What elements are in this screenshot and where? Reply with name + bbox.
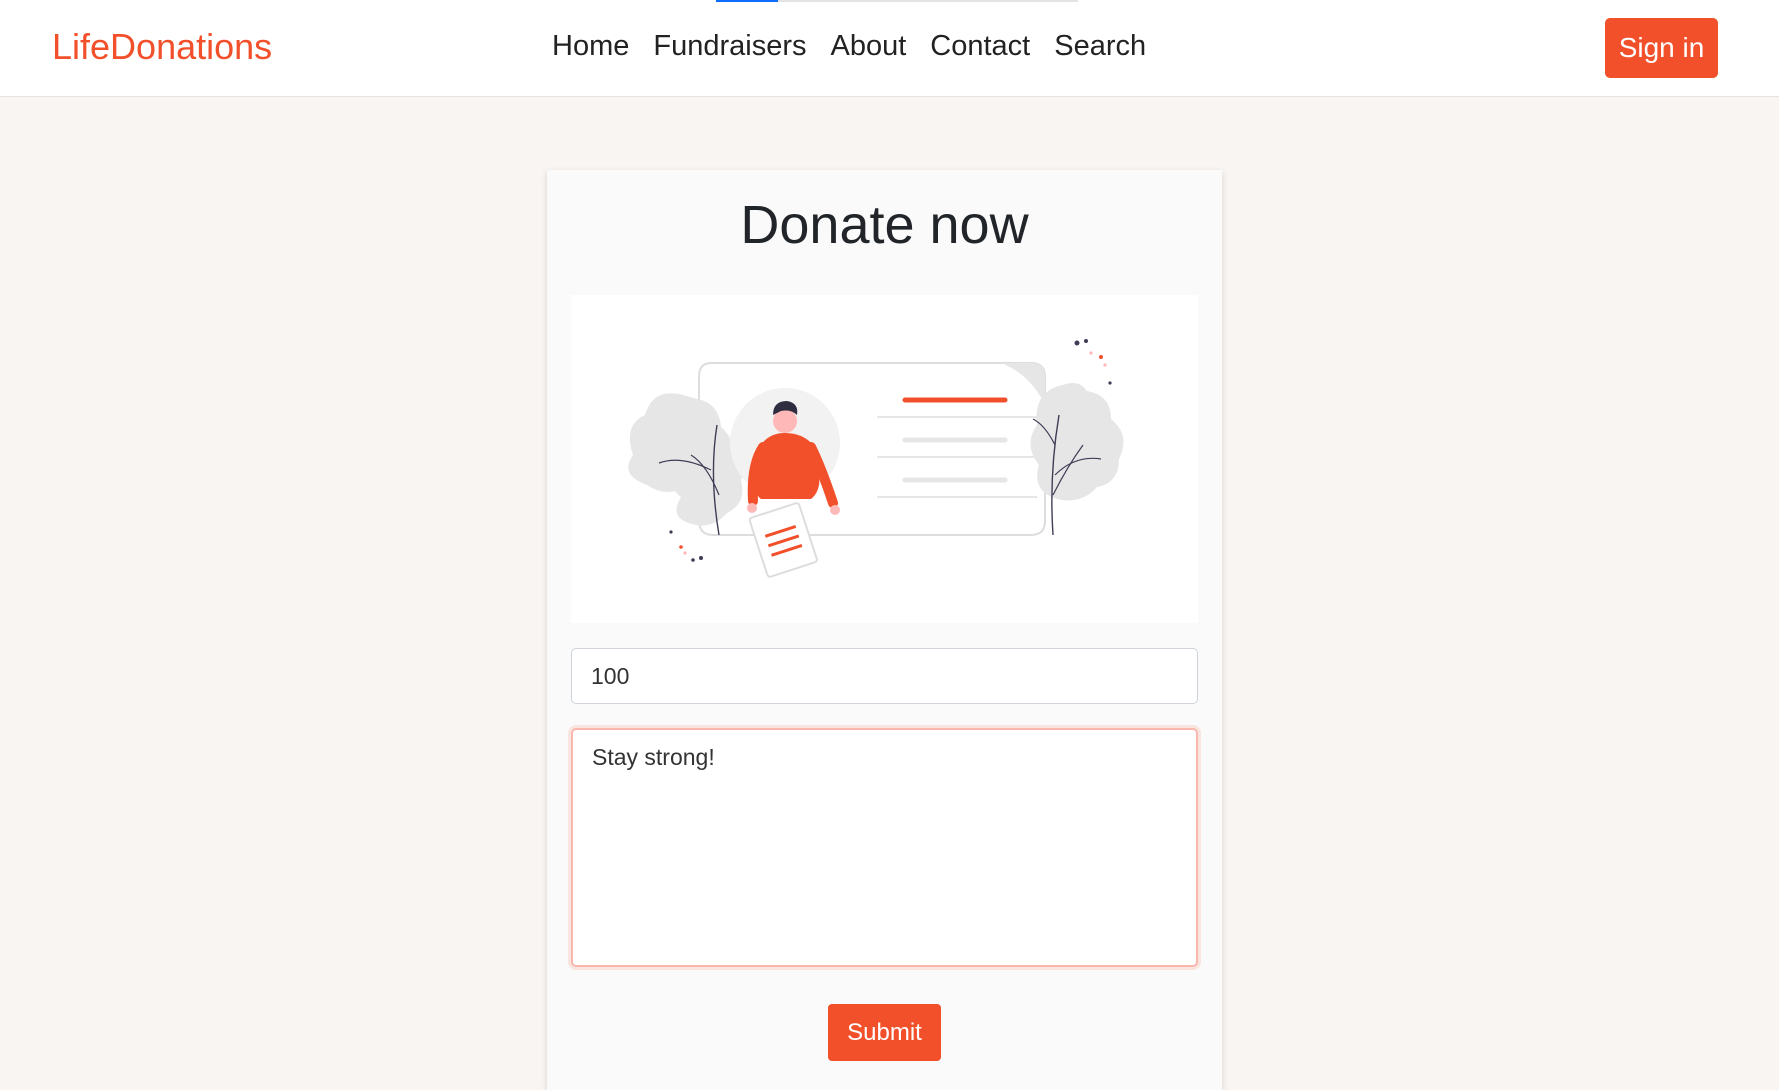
navbar: LifeDonations Home Fundraisers About Con… bbox=[0, 0, 1779, 97]
nav-link-contact[interactable]: Contact bbox=[918, 30, 1042, 63]
nav-link-home[interactable]: Home bbox=[540, 30, 641, 63]
donation-message-textarea[interactable]: Stay strong! bbox=[571, 728, 1198, 967]
nav-link-fundraisers[interactable]: Fundraisers bbox=[641, 30, 818, 63]
page-progress-bar bbox=[716, 0, 1078, 2]
page-title: Donate now bbox=[740, 195, 1029, 255]
submit-button[interactable]: Submit bbox=[828, 1004, 941, 1061]
brand-logo-link[interactable]: LifeDonations bbox=[52, 26, 272, 68]
donation-illustration-icon bbox=[628, 339, 1124, 578]
donation-form-illustration bbox=[571, 295, 1198, 623]
page-progress-fill bbox=[716, 0, 778, 2]
donation-amount-input[interactable] bbox=[571, 648, 1198, 704]
sign-in-button[interactable]: Sign in bbox=[1605, 18, 1718, 78]
nav-link-search[interactable]: Search bbox=[1042, 30, 1158, 63]
nav-link-about[interactable]: About bbox=[818, 30, 918, 63]
donate-card: Donate now 100 Stay strong! Submit bbox=[547, 170, 1222, 1090]
main-nav: Home Fundraisers About Contact Search bbox=[540, 30, 1158, 63]
